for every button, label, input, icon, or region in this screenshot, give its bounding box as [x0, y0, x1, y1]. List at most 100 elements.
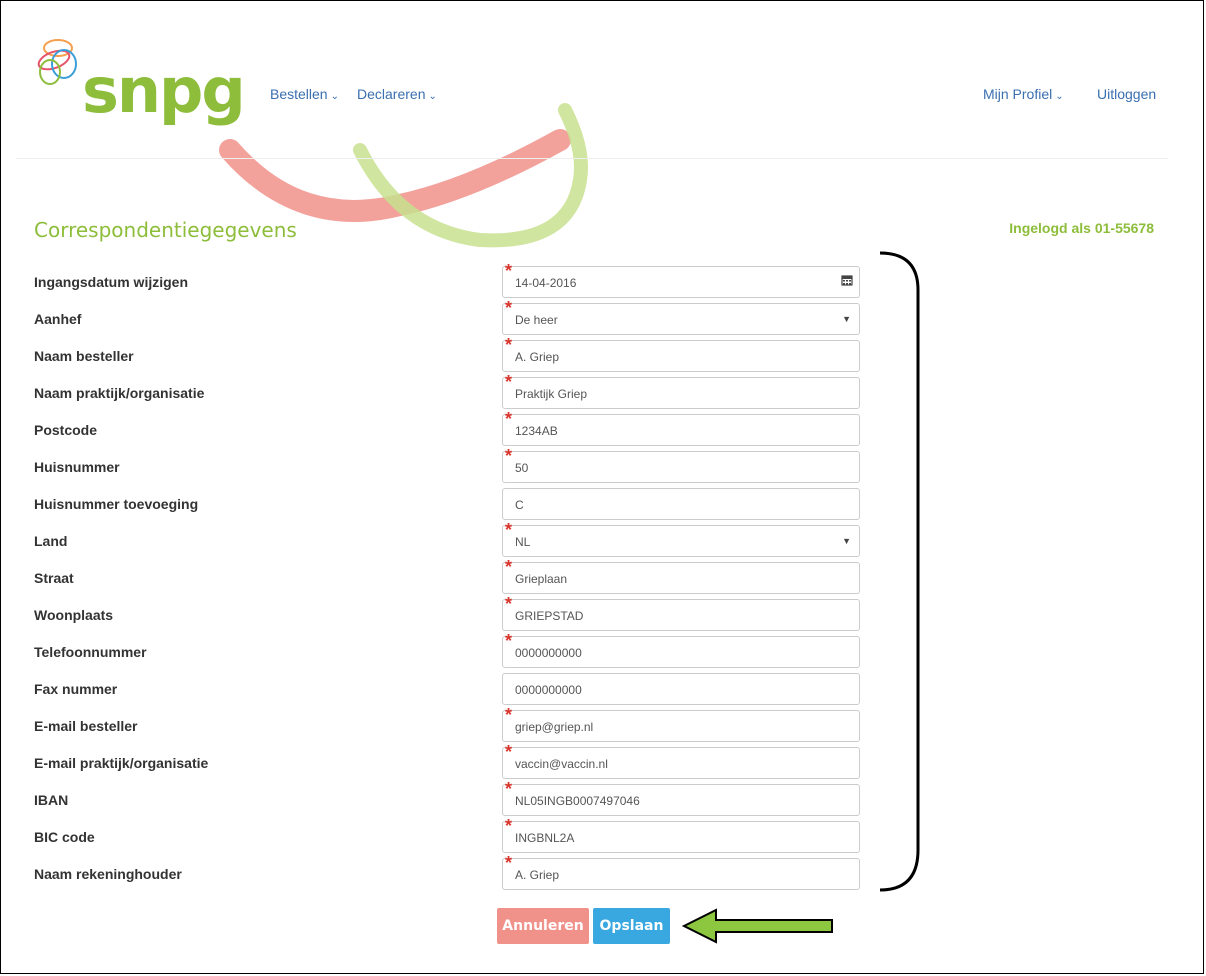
save-button[interactable]: Opslaan	[593, 908, 670, 944]
field-label: Ingangsdatum wijzigen	[34, 274, 189, 290]
field-label: Fax nummer	[34, 681, 118, 697]
form-row: Ingangsdatum wijzigen * 14-04-2016	[0, 261, 900, 298]
text-input[interactable]: * NL05INGB0007497046	[502, 779, 860, 816]
text-input[interactable]: * 50	[502, 446, 860, 483]
required-asterisk: *	[505, 631, 513, 651]
calendar-icon[interactable]	[841, 274, 853, 286]
required-asterisk: *	[505, 298, 513, 318]
field-value: De heer	[515, 313, 558, 327]
chevron-down-icon: ⌄	[1055, 91, 1064, 102]
header-divider	[16, 158, 1168, 159]
field-value: A. Griep	[515, 868, 560, 882]
field-label: E-mail praktijk/organisatie	[34, 755, 209, 771]
field-label: Woonplaats	[34, 607, 114, 623]
caret-down-icon[interactable]: ▼	[842, 314, 851, 324]
nav-bestellen-label: Bestellen	[270, 86, 328, 102]
field-value: 14-04-2016	[515, 276, 577, 290]
field-value: A. Griep	[515, 350, 560, 364]
form-row: Huisnummer toevoeging C	[0, 488, 900, 520]
field-label: Naam praktijk/organisatie	[34, 385, 205, 401]
form-row: IBAN * NL05INGB0007497046	[0, 779, 900, 816]
field-value: C	[515, 498, 524, 512]
required-asterisk: *	[505, 742, 513, 762]
field-value: Praktijk Griep	[515, 387, 588, 401]
required-asterisk: *	[505, 816, 513, 836]
field-value: INGBNL2A	[515, 831, 575, 845]
form-row: Straat * Grieplaan	[0, 557, 900, 594]
field-label: BIC code	[34, 829, 95, 845]
date-field[interactable]: * 14-04-2016	[502, 261, 860, 298]
field-value: NL	[515, 535, 531, 549]
form-row: BIC code * INGBNL2A	[0, 816, 900, 853]
form-row: Naam praktijk/organisatie * Praktijk Griep	[0, 372, 900, 409]
required-asterisk: *	[505, 705, 513, 725]
field-value: 0000000000	[515, 683, 582, 697]
required-asterisk: *	[505, 335, 513, 355]
form-row: Woonplaats * GRIEPSTAD	[0, 594, 900, 631]
text-input[interactable]: * 0000000000	[502, 631, 860, 668]
nav-mijn-profiel[interactable]: Mijn Profiel ⌄	[983, 86, 1064, 102]
field-value: 1234AB	[515, 424, 558, 438]
text-input[interactable]: * Praktijk Griep	[502, 372, 860, 409]
page-title: Correspondentiegegevens	[34, 218, 297, 242]
field-label: Huisnummer	[34, 459, 120, 475]
required-asterisk: *	[505, 446, 513, 466]
field-label: Naam besteller	[34, 348, 134, 364]
text-input[interactable]: * GRIEPSTAD	[502, 594, 860, 631]
form-row: Fax nummer 0000000000	[0, 673, 900, 705]
text-input[interactable]: * vaccin@vaccin.nl	[502, 742, 860, 779]
text-input[interactable]: * A. Griep	[502, 335, 860, 372]
nav-bestellen[interactable]: Bestellen ⌄	[270, 86, 339, 102]
form-row: Land * NL ▼	[0, 520, 900, 557]
text-input[interactable]: C	[502, 488, 860, 520]
field-label: Land	[34, 533, 68, 549]
field-value: Grieplaan	[515, 572, 568, 586]
field-value: 0000000000	[515, 646, 582, 660]
field-label: Straat	[34, 570, 74, 586]
caret-down-icon[interactable]: ▼	[842, 536, 851, 546]
annotation-arrow-icon	[682, 908, 833, 944]
text-input[interactable]: 0000000000	[502, 673, 860, 705]
field-label: Naam rekeninghouder	[34, 866, 182, 882]
annotation-bracket	[879, 251, 920, 892]
form-row: Aanhef * De heer ▼	[0, 298, 900, 335]
nav-uitloggen[interactable]: Uitloggen	[1097, 86, 1156, 102]
field-value: vaccin@vaccin.nl	[515, 757, 608, 771]
required-asterisk: *	[505, 409, 513, 429]
field-label: Telefoonnummer	[34, 644, 147, 660]
field-value: 50	[515, 461, 529, 475]
required-asterisk: *	[505, 594, 513, 614]
form-row: Huisnummer * 50	[0, 446, 900, 483]
select-field[interactable]: * De heer ▼	[502, 298, 860, 335]
text-input[interactable]: * INGBNL2A	[502, 816, 860, 853]
text-input[interactable]: * Grieplaan	[502, 557, 860, 594]
required-asterisk: *	[505, 853, 513, 873]
field-value: NL05INGB0007497046	[515, 794, 640, 808]
nav-declareren[interactable]: Declareren ⌄	[357, 86, 437, 102]
logged-in-status: Ingelogd als 01-55678	[1009, 220, 1154, 236]
text-input[interactable]: * 1234AB	[502, 409, 860, 446]
chevron-down-icon: ⌄	[428, 91, 437, 102]
required-asterisk: *	[505, 261, 513, 281]
field-label: E-mail besteller	[34, 718, 138, 734]
logo-text[interactable]: snpg	[82, 60, 246, 122]
nav-uitloggen-label: Uitloggen	[1097, 86, 1157, 102]
form-row: Naam rekeninghouder * A. Griep	[0, 853, 900, 890]
form-row: Naam besteller * A. Griep	[0, 335, 900, 372]
cancel-button[interactable]: Annuleren	[497, 908, 589, 944]
text-input[interactable]: * A. Griep	[502, 853, 860, 890]
field-label: Aanhef	[34, 311, 82, 327]
required-asterisk: *	[505, 520, 513, 540]
text-input[interactable]: * griep@griep.nl	[502, 705, 860, 742]
field-value: griep@griep.nl	[515, 720, 594, 734]
required-asterisk: *	[505, 557, 513, 577]
form-row: Postcode * 1234AB	[0, 409, 900, 446]
field-label: IBAN	[34, 792, 69, 808]
field-label: Postcode	[34, 422, 98, 438]
chevron-down-icon: ⌄	[330, 91, 339, 102]
required-asterisk: *	[505, 779, 513, 799]
nav-mijn-profiel-label: Mijn Profiel	[983, 86, 1053, 102]
form-row: Telefoonnummer * 0000000000	[0, 631, 900, 668]
select-field[interactable]: * NL ▼	[502, 520, 860, 557]
required-asterisk: *	[505, 372, 513, 392]
